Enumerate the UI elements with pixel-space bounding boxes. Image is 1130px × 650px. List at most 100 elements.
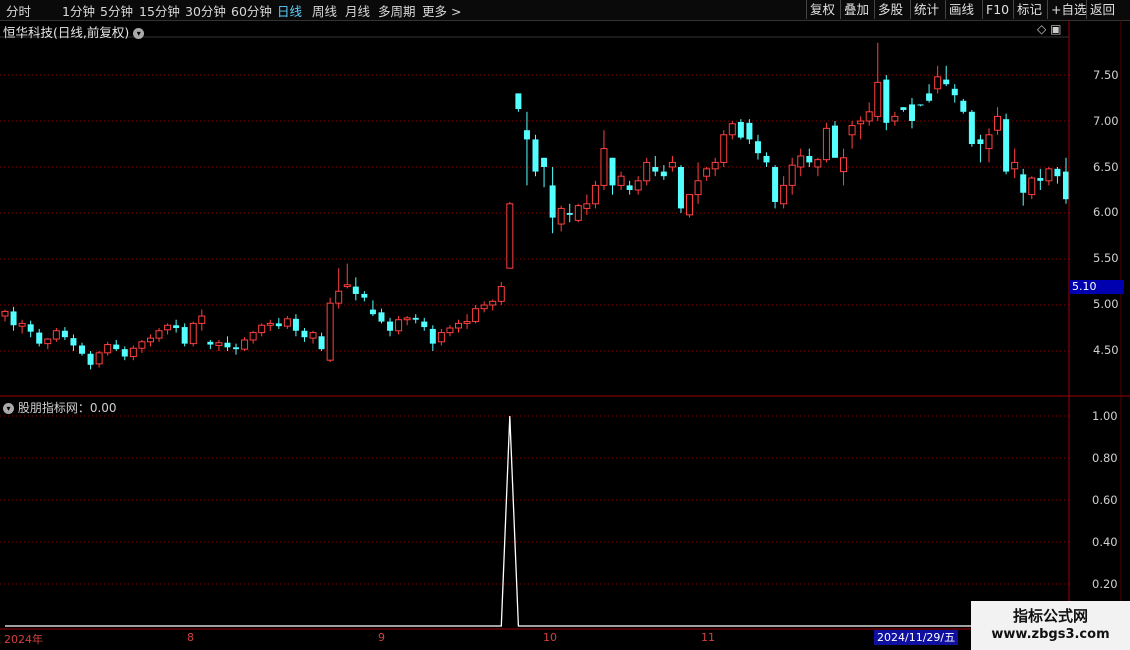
candle: [335, 268, 343, 309]
candle: [412, 314, 419, 324]
candle-body: [609, 157, 616, 186]
candle: [506, 201, 514, 269]
candle-body: [283, 318, 291, 327]
candle: [429, 325, 436, 351]
candle-body: [822, 127, 830, 161]
date-tick-label: 9: [378, 631, 385, 644]
candle: [173, 319, 180, 333]
candle: [1, 309, 9, 322]
watermark-url: www.zbgs3.com: [991, 627, 1110, 642]
candle: [421, 317, 428, 331]
candle-body: [720, 134, 728, 163]
kline-chart[interactable]: [0, 0, 1130, 650]
window-icon[interactable]: ▣: [1050, 22, 1061, 36]
candle-body: [378, 312, 385, 322]
date-tick-label: 8: [187, 631, 194, 644]
indicator-tick-label: 0.80: [1092, 451, 1118, 465]
candle-body: [814, 159, 822, 168]
candle: [352, 277, 359, 301]
candle: [454, 319, 462, 333]
candle-body: [977, 139, 984, 144]
candle-body: [224, 342, 231, 348]
candle: [720, 130, 728, 167]
candle-body: [908, 104, 915, 121]
candle-body: [146, 337, 154, 343]
candle-body: [960, 100, 967, 112]
candle-body: [18, 322, 26, 327]
candle: [788, 157, 796, 195]
candle-body: [95, 352, 103, 365]
candle-body: [275, 323, 282, 327]
candle-body: [343, 284, 351, 288]
candle-body: [772, 167, 779, 202]
candle: [917, 104, 924, 107]
cursor-date-label: 2024/11/29/五: [874, 630, 959, 645]
candle-body: [361, 293, 368, 298]
candle: [857, 116, 865, 140]
candle: [10, 306, 17, 331]
chevron-down-icon[interactable]: ▾: [3, 403, 14, 414]
candle: [198, 309, 206, 331]
candle: [233, 343, 240, 355]
candle: [403, 316, 411, 326]
candle: [737, 119, 744, 140]
candle: [241, 337, 249, 351]
indicator-tick-label: 0.20: [1092, 577, 1118, 591]
candle-body: [155, 330, 163, 339]
candle-body: [215, 342, 223, 346]
candle-body: [318, 336, 325, 350]
candle: [1054, 167, 1061, 184]
candle-body: [523, 130, 530, 140]
chevron-down-icon[interactable]: ▾: [133, 28, 145, 39]
candle: [591, 180, 599, 209]
candle-body: [104, 344, 112, 354]
candle-body: [617, 175, 625, 186]
candle-body: [917, 104, 924, 106]
candle: [87, 351, 94, 370]
date-tick-label: 10: [543, 631, 557, 644]
candle: [215, 339, 223, 351]
candle-body: [113, 344, 120, 350]
price-tick-label: 4.50: [1093, 343, 1119, 357]
indicator-title[interactable]: ▾ 股朋指标网：0.00: [3, 399, 117, 416]
candle-body: [266, 322, 274, 326]
candle-body: [326, 302, 334, 361]
candle: [626, 180, 633, 195]
candle: [395, 316, 403, 335]
candle: [463, 314, 471, 329]
candle-body: [694, 180, 702, 196]
candle-body: [600, 148, 608, 186]
candle: [754, 134, 761, 160]
candle: [249, 330, 257, 344]
candle: [361, 291, 368, 302]
candle: [224, 336, 231, 351]
candle-body: [52, 330, 60, 340]
candle: [480, 301, 488, 313]
date-tick-label: 11: [701, 631, 715, 644]
candle-body: [1028, 177, 1036, 196]
candle-body: [865, 111, 873, 122]
price-tick-label: 6.50: [1093, 160, 1119, 174]
candle-body: [566, 213, 573, 215]
candle-body: [1045, 168, 1053, 182]
candle-body: [728, 123, 736, 136]
candle-body: [87, 353, 94, 365]
candle-body: [429, 328, 436, 344]
candle-body: [472, 308, 480, 323]
candle: [369, 300, 376, 317]
candle-body: [874, 81, 882, 117]
candle-body: [241, 339, 249, 350]
candle-body: [574, 205, 582, 221]
candle: [378, 308, 385, 324]
candle-body: [369, 309, 376, 315]
candle: [18, 319, 26, 334]
candle: [61, 327, 68, 340]
candle-body: [129, 347, 137, 358]
price-tick-label: 7.50: [1093, 68, 1119, 82]
candle-body: [138, 341, 146, 349]
candle-body: [70, 338, 77, 346]
candle: [643, 157, 651, 186]
candle-body: [44, 338, 52, 345]
stock-title[interactable]: 恒华科技(日线,前复权) ▾: [3, 22, 145, 41]
diamond-icon[interactable]: ◇: [1037, 22, 1046, 36]
